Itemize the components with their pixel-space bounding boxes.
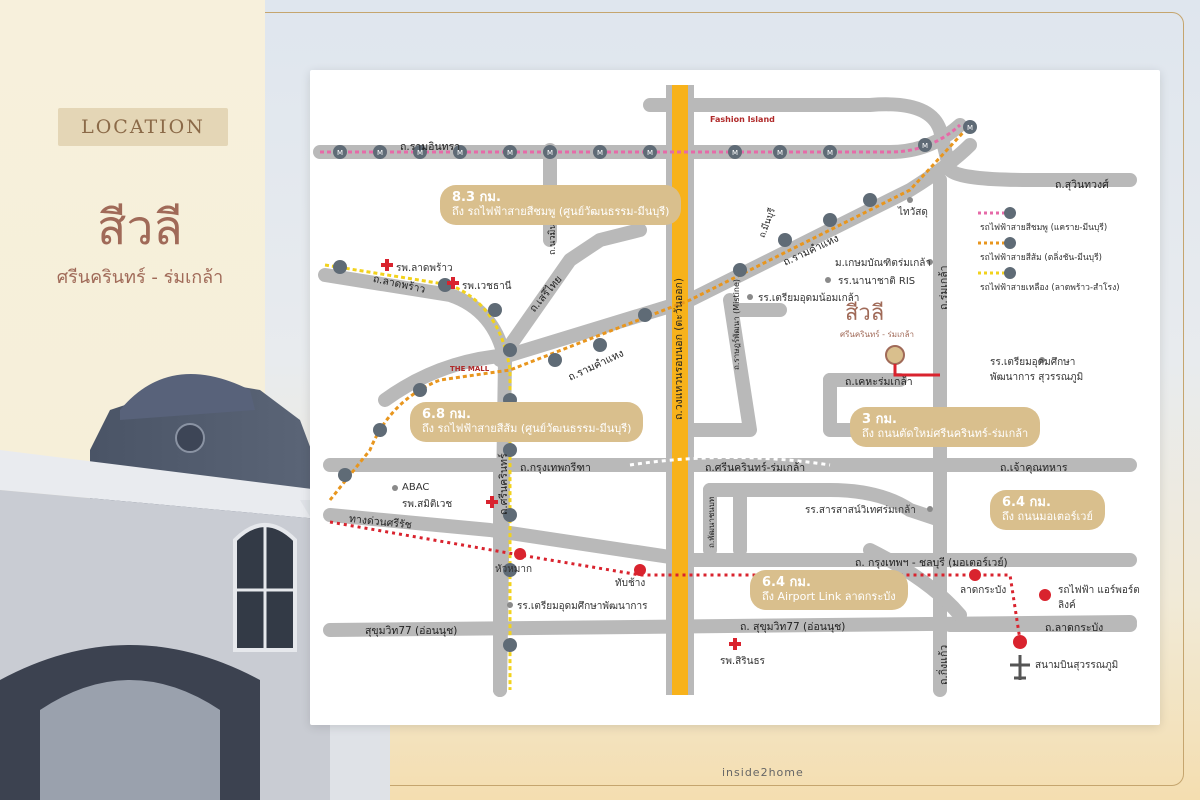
label-kanchanaphisek: ถ.วงแหวนรอบนอก (ตะวันออก) <box>673 278 685 420</box>
label-triam-phatthanakan-n: รร.เตรียมอุดมศึกษา พัฒนาการ สุวรรณภูมิ <box>990 357 1084 383</box>
location-badge: LOCATION <box>58 108 228 146</box>
svg-text:M: M <box>777 149 783 157</box>
airport-icon <box>1010 655 1030 680</box>
label-ratphatthana: ถ.ราษฎร์พัฒนา (Mistine) <box>732 278 741 370</box>
label-srinakarin-romklao: ถ.ศรีนครินทร์-ร่มเกล้า <box>705 462 806 474</box>
project-subtitle: ศรีนครินทร์ - ร่มเกล้า <box>56 267 224 288</box>
legend-pink: รถไฟฟ้าสายสีชมพู (แคราย-มีนบุรี) <box>980 223 1108 233</box>
label-ris: รร.นานาชาติ RIS <box>838 276 916 287</box>
label-sukhumvit77-w: สุขุมวิท77 (อ่อนนุช) <box>365 625 458 637</box>
svg-text:M: M <box>507 149 513 157</box>
label-motorway: ถ. กรุงเทพฯ - ชลบุรี (มอเตอร์เวย์) <box>855 557 1008 569</box>
callout-orange-line: 6.8 กม. ถึง รถไฟฟ้าสายสีส้ม (ศูนย์วัฒนธร… <box>410 402 644 442</box>
label-suvarnabhumi: สนามบินสุวรรณภูมิ <box>1035 660 1119 671</box>
label-the-mall: THE MALL <box>450 365 490 373</box>
legend-orange: รถไฟฟ้าสายสีส้ม (ตลิ่งชัน-มีนบุรี) <box>980 253 1102 263</box>
label-triam-phatthanakan: รร.เตรียมอุดมศึกษาพัฒนาการ <box>517 601 648 612</box>
label-sarasas: รร.สารสาสน์วิเทศร่มเกล้า <box>805 505 916 516</box>
map-project-sub: ศรีนครินทร์ - ร่มเกล้า <box>840 330 915 339</box>
callout-pink-line: 8.3 กม. ถึง รถไฟฟ้าสายสีชมพู (ศูนย์วัฒนธ… <box>440 185 682 225</box>
label-ladkrabang-station: ลาดกระบัง <box>960 585 1007 596</box>
callout-motorway-text: ถึง ถนนมอเตอร์เวย์ <box>1002 510 1093 523</box>
label-sirinthorn: รพ.สิรินธร <box>720 656 765 667</box>
svg-text:M: M <box>647 149 653 157</box>
callout-pink-dist: 8.3 กม. <box>452 190 501 205</box>
svg-text:M: M <box>967 124 973 132</box>
callout-new-road: 3 กม. ถึง ถนนตัดใหม่ศรีนครินทร์-ร่มเกล้า <box>850 407 1041 447</box>
project-title: สีวลี <box>97 200 183 256</box>
label-kehromklao: ถ.เคหะร่มเกล้า <box>845 376 913 388</box>
label-abac: ABAC <box>402 482 430 493</box>
label-ladkrabang: ถ.ลาดกระบัง <box>1045 622 1104 634</box>
callout-pink-text: ถึง รถไฟฟ้าสายสีชมพู (ศูนย์วัฒนธรรม-มีนบ… <box>452 205 670 218</box>
credit-text: inside2home <box>722 766 804 779</box>
label-thapchang: ทับช้าง <box>615 578 646 589</box>
callout-orange-dist: 6.8 กม. <box>422 407 471 422</box>
label-srinakarin: ถ.ศรีนครินทร์ <box>498 453 510 515</box>
svg-text:M: M <box>337 149 343 157</box>
label-kingkaew: ถ.กิ่งแก้ว <box>938 644 950 685</box>
label-kaset-bundit: ม.เกษมบัณฑิตร่มเกล้า <box>835 258 932 269</box>
callout-orange-text: ถึง รถไฟฟ้าสายสีส้ม (ศูนย์วัฒนธรรม-มีนบุ… <box>422 422 632 435</box>
callout-motorway-dist: 6.4 กม. <box>1002 495 1051 510</box>
callout-airport-link: 6.4 กม. ถึง Airport Link ลาดกระบัง <box>750 570 908 610</box>
label-phatthanachonnabot: ถ.พัฒนาชนบท <box>707 496 716 548</box>
label-sukhumvit77-e: ถ. สุขุมวิท77 (อ่อนนุช) <box>740 621 846 633</box>
svg-text:M: M <box>732 149 738 157</box>
label-chaokhunthahan: ถ.เจ้าคุณทหาร <box>1000 462 1068 474</box>
svg-text:M: M <box>922 142 928 150</box>
label-fashion-island: Fashion Island <box>710 115 775 124</box>
label-krungthepkreetha: ถ.กรุงเทพกรีฑา <box>520 462 591 474</box>
label-vejthani: รพ.เวชธานี <box>462 281 512 292</box>
callout-newroad-text: ถึง ถนนตัดใหม่ศรีนครินทร์-ร่มเกล้า <box>862 427 1029 440</box>
legend-yellow: รถไฟฟ้าสายเหลือง (ลาดพร้าว-สำโรง) <box>980 283 1120 293</box>
project-pin-icon <box>885 345 905 365</box>
callout-newroad-dist: 3 กม. <box>862 412 897 427</box>
label-suwinthawong: ถ.สุวินทวงศ์ <box>1055 179 1109 191</box>
label-ramintra: ถ.รามอินทรา <box>400 141 461 153</box>
svg-text:M: M <box>827 149 833 157</box>
label-romklao: ถ.ร่มเกล้า <box>938 265 950 310</box>
callout-motorway: 6.4 กม. ถึง ถนนมอเตอร์เวย์ <box>990 490 1105 530</box>
location-map: MMM MMM MMM MMM M ถ.รามอินทรา ถ.สุวินทวง… <box>310 70 1160 725</box>
label-thai-watsadu: ไทวัสดุ <box>898 207 928 218</box>
svg-text:M: M <box>547 149 553 157</box>
label-arl-train: รถไฟฟ้า แอร์พอร์ตลิงค์ <box>1058 585 1140 611</box>
label-ladprao-hosp: รพ.ลาดพร้าว <box>396 263 453 274</box>
callout-arl-text: ถึง Airport Link ลาดกระบัง <box>762 590 896 603</box>
svg-text:M: M <box>597 149 603 157</box>
callout-arl-dist: 6.4 กม. <box>762 575 811 590</box>
map-project-name: สีวลี <box>845 301 885 326</box>
svg-text:M: M <box>377 149 383 157</box>
label-samitivej: รพ.สมิติเวช <box>402 499 453 510</box>
label-huamak: หัวหมาก <box>495 564 533 575</box>
